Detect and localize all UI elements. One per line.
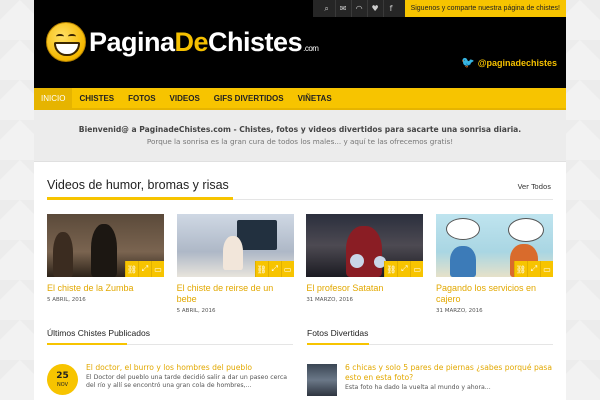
chiste-post-excerpt: El Doctor del pueblo una tarde decidió s… bbox=[86, 374, 288, 389]
photo-post-excerpt: Esta foto ha dado la vuelta al mundo y a… bbox=[345, 384, 491, 391]
twitter-bird-icon: 🐦 bbox=[460, 57, 475, 69]
logo-part-2: De bbox=[174, 26, 209, 57]
thumbnail-actions: ⛓ ⤢ ▭ bbox=[254, 261, 294, 277]
comment-icon[interactable]: ▭ bbox=[151, 261, 164, 277]
zoom-icon[interactable]: ⤢ bbox=[397, 261, 410, 277]
link-icon[interactable]: ⛓ bbox=[384, 261, 397, 277]
fotos-section-title: Fotos Divertidas bbox=[307, 328, 369, 338]
comment-icon[interactable]: ▭ bbox=[280, 261, 294, 277]
video-title[interactable]: El chiste de la Zumba bbox=[47, 283, 164, 294]
view-all-link[interactable]: Ver Todos bbox=[518, 183, 551, 191]
link-icon[interactable]: ⛓ bbox=[513, 261, 527, 277]
logo-domain: .com bbox=[303, 43, 319, 53]
nav-item-inicio[interactable]: INICIO bbox=[34, 88, 73, 108]
thumbnail-actions: ⛓ ⤢ ▭ bbox=[384, 261, 424, 277]
nav-item-chistes[interactable]: CHISTES bbox=[72, 88, 121, 108]
zoom-icon[interactable]: ⤢ bbox=[138, 261, 151, 277]
post-date-badge: 25 NOV bbox=[47, 364, 78, 395]
thumbnail-actions: ⛓ ⤢ ▭ bbox=[513, 261, 553, 277]
top-icons: ⌕ ✉ ◠ ♥ f bbox=[312, 0, 405, 17]
nav-item-vinetas[interactable]: VIÑETAS bbox=[291, 88, 339, 108]
fotos-section-header: Fotos Divertidas bbox=[307, 328, 553, 345]
twitter-link[interactable]: 🐦 @paginadechistes bbox=[461, 56, 557, 69]
post-day: 25 bbox=[56, 370, 69, 381]
video-cards: ⛓ ⤢ ▭ El chiste de la Zumba 5 ABRIL, 2016 … bbox=[47, 214, 553, 314]
videos-section-title: Videos de humor, bromas y risas bbox=[47, 178, 229, 192]
video-title[interactable]: El profesor Satatan bbox=[306, 283, 423, 294]
logo-text: PaginaDeChistes.com bbox=[89, 26, 319, 58]
nav-item-fotos[interactable]: FOTOS bbox=[121, 88, 162, 108]
page-wrapper: ⌕ ✉ ◠ ♥ f Siguenos y comparte nuestra pá… bbox=[34, 0, 566, 400]
twitter-handle: @paginadechistes bbox=[477, 57, 557, 68]
video-card[interactable]: ⛓ ⤢ ▭ Pagando los servicios en cajero 31 M… bbox=[435, 214, 553, 314]
link-icon[interactable]: ⛓ bbox=[254, 261, 268, 277]
chiste-post-title[interactable]: El doctor, el burro y los hombres del pu… bbox=[86, 363, 296, 372]
welcome-line-1: Bienvenid@ a PaginadeChistes.com - Chist… bbox=[78, 125, 522, 134]
nav-item-gifs[interactable]: GIFS DIVERTIDOS bbox=[207, 88, 291, 108]
video-title[interactable]: Pagando los servicios en cajero bbox=[436, 283, 553, 305]
welcome-banner: Bienvenid@ a PaginadeChistes.com - Chist… bbox=[34, 110, 566, 162]
video-date: 5 ABRIL, 2016 bbox=[47, 297, 86, 303]
photo-thumbnail[interactable] bbox=[307, 364, 337, 396]
zoom-icon[interactable]: ⤢ bbox=[526, 261, 540, 277]
mail-icon[interactable]: ✉ bbox=[334, 0, 351, 17]
logo-part-1: Pagina bbox=[89, 26, 175, 57]
video-date: 31 MARZO, 2016 bbox=[306, 297, 353, 303]
top-message: Siguenos y comparte nuestra página de ch… bbox=[404, 0, 566, 17]
section-accent-bar bbox=[47, 343, 127, 345]
search-icon[interactable]: ⌕ bbox=[319, 0, 335, 17]
video-thumbnail[interactable]: ⛓ ⤢ ▭ bbox=[176, 214, 294, 277]
facebook-icon[interactable]: f bbox=[382, 0, 399, 17]
section-accent-bar bbox=[47, 197, 233, 200]
main-nav: INICIO CHISTES FOTOS VIDEOS GIFS DIVERTI… bbox=[34, 88, 566, 108]
logo-part-3: Chistes bbox=[208, 26, 303, 57]
smiley-logo-icon bbox=[46, 22, 86, 62]
video-card[interactable]: ⛓ ⤢ ▭ El chiste de la Zumba 5 ABRIL, 2016 bbox=[47, 214, 164, 314]
section-accent-bar bbox=[307, 343, 369, 345]
video-thumbnail[interactable]: ⛓ ⤢ ▭ bbox=[435, 214, 553, 277]
thumbnail-actions: ⛓ ⤢ ▭ bbox=[125, 261, 164, 277]
comment-icon[interactable]: ▭ bbox=[410, 261, 423, 277]
chistes-section-header: Últimos Chistes Publicados bbox=[47, 328, 293, 345]
videos-section-header: Videos de humor, bromas y risas Ver Todo… bbox=[47, 178, 553, 200]
welcome-line-2: Porque la sonrisa es la gran cura de tod… bbox=[146, 137, 454, 146]
rss-icon[interactable]: ◠ bbox=[350, 0, 367, 17]
chistes-section-title: Últimos Chistes Publicados bbox=[47, 328, 150, 338]
video-thumbnail[interactable]: ⛓ ⤢ ▭ bbox=[47, 214, 164, 277]
video-thumbnail[interactable]: ⛓ ⤢ ▭ bbox=[306, 214, 424, 277]
site-header: ⌕ ✉ ◠ ♥ f Siguenos y comparte nuestra pá… bbox=[34, 0, 566, 88]
video-date: 31 MARZO, 2016 bbox=[435, 308, 483, 314]
zoom-icon[interactable]: ⤢ bbox=[267, 261, 281, 277]
video-card[interactable]: ⛓ ⤢ ▭ El chiste de reirse de un bebe 5 ABR… bbox=[176, 214, 294, 314]
comment-icon[interactable]: ▭ bbox=[539, 261, 553, 277]
video-date: 5 ABRIL, 2016 bbox=[176, 308, 216, 314]
twitter-icon[interactable]: ♥ bbox=[366, 0, 383, 17]
top-bar: ⌕ ✉ ◠ ♥ f Siguenos y comparte nuestra pá… bbox=[312, 0, 566, 17]
post-month: NOV bbox=[56, 381, 68, 388]
link-icon[interactable]: ⛓ bbox=[125, 261, 138, 277]
nav-item-videos[interactable]: VIDEOS bbox=[163, 88, 207, 108]
photo-post-title[interactable]: 6 chicas y solo 5 pares de piernas ¿sabe… bbox=[345, 363, 555, 383]
site-logo[interactable]: PaginaDeChistes.com bbox=[46, 22, 319, 62]
video-card[interactable]: ⛓ ⤢ ▭ El profesor Satatan 31 MARZO, 2016 bbox=[306, 214, 424, 314]
video-title[interactable]: El chiste de reirse de un bebe bbox=[177, 283, 294, 305]
